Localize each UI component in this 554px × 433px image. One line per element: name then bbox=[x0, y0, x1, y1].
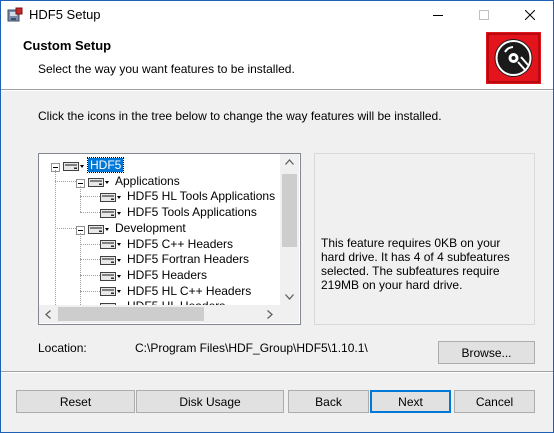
browse-button[interactable]: Browse... bbox=[438, 341, 535, 364]
maximize-icon bbox=[479, 10, 489, 20]
drive-feature-icon[interactable] bbox=[88, 223, 110, 235]
collapse-toggle-icon[interactable] bbox=[76, 224, 85, 235]
feature-tree[interactable]: HDF5 Applications HDF5 HL Tools Applicatio… bbox=[38, 153, 301, 325]
tree-item-label[interactable]: HDF5 Headers bbox=[125, 268, 209, 282]
footer-divider-highlight bbox=[1, 372, 553, 373]
scroll-up-arrow-icon[interactable] bbox=[285, 158, 294, 168]
tree-item-label[interactable]: HDF5 C++ Headers bbox=[125, 237, 235, 251]
tree-connector bbox=[80, 212, 100, 214]
cd-disc-logo-icon bbox=[486, 32, 541, 84]
tree-item[interactable]: HDF5 Tools Applications bbox=[100, 204, 259, 220]
title-bar: HDF5 Setup bbox=[1, 1, 553, 30]
tree-connector bbox=[80, 243, 100, 245]
disk-usage-button[interactable]: Disk Usage bbox=[136, 390, 284, 413]
horizontal-scroll-thumb[interactable] bbox=[58, 307, 204, 321]
tree-connector bbox=[55, 227, 76, 229]
feature-description: This feature requires 0KB on your hard d… bbox=[321, 236, 510, 292]
location-path: C:\Program Files\HDF_Group\HDF5\1.10.1\ bbox=[135, 341, 368, 355]
collapse-toggle-icon[interactable] bbox=[51, 161, 60, 172]
tree-item[interactable]: HDF5 Headers bbox=[100, 267, 209, 283]
scroll-right-arrow-icon[interactable] bbox=[267, 310, 273, 322]
tree-item[interactable]: HDF5 bbox=[63, 157, 125, 173]
tree-connector bbox=[80, 274, 100, 276]
tree-item[interactable]: Development bbox=[88, 220, 188, 236]
banner-title: Custom Setup bbox=[23, 38, 112, 53]
drive-feature-icon[interactable] bbox=[88, 176, 110, 188]
minimize-icon bbox=[433, 15, 443, 16]
tree-item-label[interactable]: HDF5 HL Tools Applications bbox=[125, 189, 277, 203]
tree-connector bbox=[80, 290, 100, 292]
vertical-scroll-thumb[interactable] bbox=[282, 174, 297, 247]
drive-feature-icon[interactable] bbox=[100, 285, 122, 297]
tree-connector bbox=[55, 170, 56, 305]
tree-vertical-scrollbar[interactable] bbox=[280, 154, 299, 305]
tree-item-label[interactable]: HDF5 Fortran Headers bbox=[125, 252, 251, 266]
tree-item-label[interactable]: HDF5 HL C++ Headers bbox=[125, 284, 253, 298]
scrollbar-corner bbox=[280, 305, 299, 323]
tree-item[interactable]: HDF5 Fortran Headers bbox=[100, 251, 251, 267]
next-button[interactable]: Next bbox=[370, 390, 451, 413]
drive-feature-icon[interactable] bbox=[100, 238, 122, 250]
scroll-left-arrow-icon[interactable] bbox=[45, 310, 51, 322]
scroll-down-arrow-icon[interactable] bbox=[285, 293, 294, 303]
tree-item[interactable]: HDF5 C++ Headers bbox=[100, 236, 235, 252]
banner-divider-highlight bbox=[1, 90, 553, 91]
drive-feature-icon[interactable] bbox=[100, 191, 122, 203]
tree-item-label[interactable]: HDF5 Tools Applications bbox=[125, 205, 259, 219]
banner-subtitle: Select the way you want features to be i… bbox=[38, 62, 295, 76]
location-label: Location: bbox=[38, 341, 87, 355]
collapse-toggle-icon[interactable] bbox=[76, 177, 85, 188]
drive-feature-icon[interactable] bbox=[100, 207, 122, 219]
tree-item-label[interactable]: Applications bbox=[113, 174, 182, 188]
tree-item[interactable]: HDF5 HL C++ Headers bbox=[100, 283, 253, 299]
installer-app-icon bbox=[7, 7, 23, 23]
header-banner: Custom Setup Select the way you want fea… bbox=[1, 30, 553, 89]
feature-description-panel: This feature requires 0KB on your hard d… bbox=[314, 153, 535, 325]
drive-feature-icon[interactable] bbox=[100, 270, 122, 282]
tree-connector bbox=[80, 185, 81, 213]
cancel-button[interactable]: Cancel bbox=[454, 390, 535, 413]
maximize-button[interactable] bbox=[461, 1, 507, 30]
close-button[interactable] bbox=[507, 1, 553, 30]
tree-connector bbox=[55, 180, 76, 182]
tree-item[interactable]: HDF5 HL Tools Applications bbox=[100, 188, 277, 204]
tree-item[interactable]: Applications bbox=[88, 173, 182, 189]
close-icon bbox=[525, 10, 535, 20]
tree-connector bbox=[80, 232, 81, 305]
tree-item-label[interactable]: HDF5 bbox=[86, 157, 125, 173]
drive-feature-icon[interactable] bbox=[100, 254, 122, 266]
back-button[interactable]: Back bbox=[288, 390, 369, 413]
minimize-button[interactable] bbox=[415, 1, 461, 30]
tree-horizontal-scrollbar[interactable] bbox=[39, 305, 280, 323]
tree-item-label[interactable]: Development bbox=[113, 221, 188, 235]
drive-feature-icon[interactable] bbox=[63, 160, 85, 172]
reset-button[interactable]: Reset bbox=[16, 390, 135, 413]
instructions-text: Click the icons in the tree below to cha… bbox=[38, 109, 442, 123]
setup-window: HDF5 Setup Custom Setup Select the way y… bbox=[0, 0, 554, 433]
window-title: HDF5 Setup bbox=[29, 7, 101, 22]
tree-connector bbox=[80, 196, 100, 198]
tree-connector bbox=[80, 259, 100, 261]
